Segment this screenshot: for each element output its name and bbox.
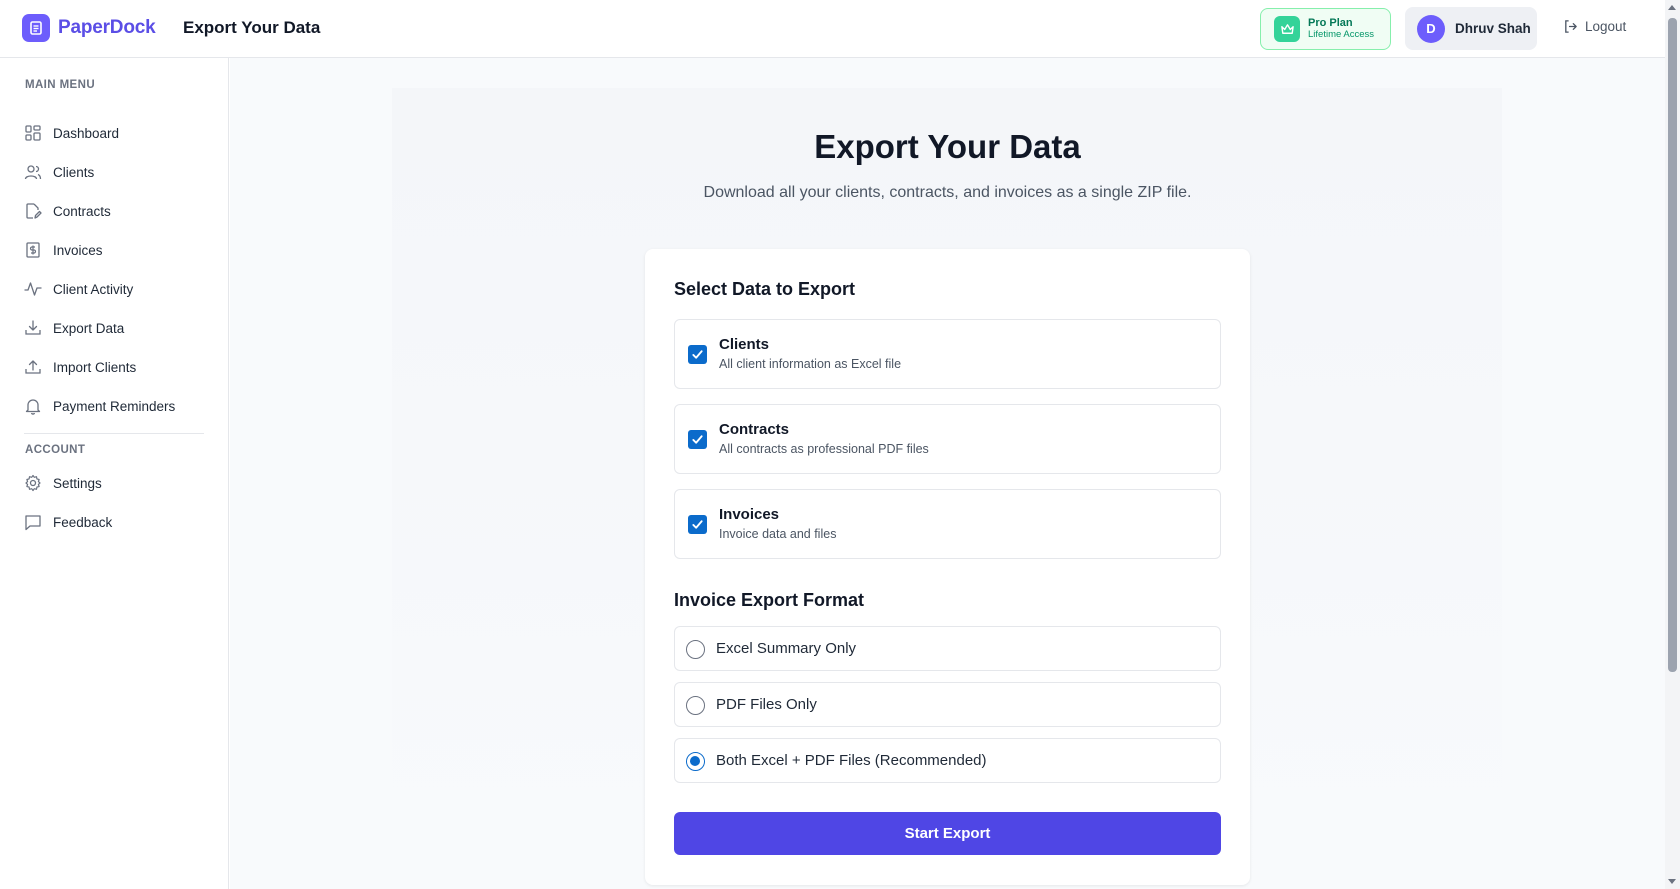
option-description: All client information as Excel file bbox=[719, 357, 902, 371]
sidebar-item-payment-reminders[interactable]: Payment Reminders bbox=[24, 397, 175, 415]
export-option-contracts[interactable]: Contracts All contracts as professional … bbox=[674, 404, 1221, 474]
page-title: Export Your Data bbox=[814, 128, 1081, 165]
option-title: Invoices bbox=[719, 506, 780, 523]
dollar-receipt-icon bbox=[26, 242, 40, 258]
option-description: All contracts as professional PDF files bbox=[719, 442, 929, 456]
sidebar-item-label: Contracts bbox=[53, 203, 111, 219]
option-title: Contracts bbox=[719, 421, 790, 438]
logout-icon bbox=[1565, 20, 1577, 33]
export-option-invoices[interactable]: Invoices Invoice data and files bbox=[674, 489, 1221, 559]
format-option-pdf-only[interactable]: PDF Files Only bbox=[674, 682, 1221, 727]
message-icon bbox=[25, 515, 41, 531]
sidebar-divider bbox=[24, 433, 204, 434]
sidebar-item-label: Dashboard bbox=[53, 125, 120, 141]
sidebar-item-clients[interactable]: Clients bbox=[24, 163, 94, 181]
pro-plan-title: Pro Plan bbox=[1308, 17, 1353, 30]
radio-label: PDF Files Only bbox=[716, 696, 817, 713]
sidebar-item-label: Invoices bbox=[53, 242, 103, 258]
pro-plan-subtitle: Lifetime Access bbox=[1308, 28, 1374, 40]
pro-plan-badge[interactable]: Pro Plan Lifetime Access bbox=[1260, 8, 1391, 50]
format-option-excel-summary[interactable]: Excel Summary Only bbox=[674, 626, 1221, 671]
scroll-up-arrow-icon[interactable] bbox=[1668, 5, 1676, 10]
option-title: Clients bbox=[719, 336, 770, 353]
user-menu[interactable]: D Dhruv Shah bbox=[1405, 7, 1537, 50]
format-option-both[interactable]: Both Excel + PDF Files (Recommended) bbox=[674, 738, 1221, 783]
logout-label: Logout bbox=[1585, 19, 1627, 34]
sidebar-item-label: Settings bbox=[53, 475, 102, 491]
upload-icon bbox=[25, 360, 41, 374]
excel-summary-radio[interactable] bbox=[686, 640, 705, 659]
top-header: PaperDock Export Your Data Pro Plan Life… bbox=[0, 0, 1665, 58]
download-icon bbox=[25, 320, 41, 335]
scroll-down-arrow-icon[interactable] bbox=[1668, 879, 1676, 884]
account-label: ACCOUNT bbox=[25, 444, 86, 456]
sidebar-item-settings[interactable]: Settings bbox=[24, 474, 102, 492]
export-card: Select Data to Export Clients All client… bbox=[645, 249, 1250, 885]
scrollbar-thumb[interactable] bbox=[1668, 18, 1677, 672]
avatar: D bbox=[1417, 14, 1445, 43]
contracts-checkbox[interactable] bbox=[688, 430, 707, 449]
invoices-checkbox[interactable] bbox=[688, 515, 707, 534]
sidebar-item-label: Export Data bbox=[53, 320, 125, 336]
radio-label: Excel Summary Only bbox=[716, 640, 857, 657]
start-export-button[interactable]: Start Export bbox=[674, 812, 1221, 855]
sidebar-item-label: Client Activity bbox=[53, 281, 134, 297]
user-name: Dhruv Shah bbox=[1455, 21, 1531, 36]
checkmark-icon bbox=[692, 435, 703, 444]
bell-icon bbox=[25, 399, 41, 415]
brand[interactable]: PaperDock bbox=[22, 14, 156, 42]
sidebar-item-invoices[interactable]: Invoices bbox=[24, 241, 103, 259]
checkmark-icon bbox=[692, 520, 703, 529]
export-option-clients[interactable]: Clients All client information as Excel … bbox=[674, 319, 1221, 389]
logout-button[interactable]: Logout bbox=[1563, 19, 1626, 34]
select-data-heading: Select Data to Export bbox=[674, 279, 856, 299]
clients-checkbox[interactable] bbox=[688, 345, 707, 364]
users-icon bbox=[24, 165, 42, 180]
invoice-format-heading: Invoice Export Format bbox=[674, 590, 865, 610]
crown-icon bbox=[1274, 16, 1300, 42]
sidebar-item-import-clients[interactable]: Import Clients bbox=[24, 358, 136, 376]
sidebar-item-label: Import Clients bbox=[53, 359, 137, 375]
main-menu-label: MAIN MENU bbox=[25, 79, 96, 91]
sidebar-item-feedback[interactable]: Feedback bbox=[24, 513, 112, 531]
sidebar-item-label: Feedback bbox=[53, 514, 113, 530]
sidebar-item-label: Clients bbox=[53, 164, 95, 180]
page-scrollbar[interactable] bbox=[1665, 0, 1680, 889]
page-subtitle: Download all your clients, contracts, an… bbox=[703, 184, 1192, 201]
sidebar-item-contracts[interactable]: Contracts bbox=[24, 202, 111, 220]
checkmark-icon bbox=[692, 350, 703, 359]
option-description: Invoice data and files bbox=[719, 527, 837, 541]
brand-name: PaperDock bbox=[58, 17, 156, 38]
sidebar-item-label: Payment Reminders bbox=[53, 398, 176, 414]
gear-icon bbox=[25, 474, 41, 492]
sidebar-item-dashboard[interactable]: Dashboard bbox=[24, 124, 119, 142]
pdf-only-radio[interactable] bbox=[686, 696, 705, 715]
sidebar-item-export-data[interactable]: Export Data bbox=[24, 319, 124, 337]
dashboard-icon bbox=[25, 125, 41, 141]
activity-icon bbox=[24, 282, 42, 296]
document-logo-icon bbox=[22, 14, 50, 42]
page-header-title: Export Your Data bbox=[183, 18, 321, 37]
sidebar-item-client-activity[interactable]: Client Activity bbox=[24, 280, 133, 298]
sidebar: MAIN MENU Dashboard Clients Contracts In… bbox=[0, 58, 229, 889]
both-formats-radio[interactable] bbox=[686, 752, 705, 771]
edit-document-icon bbox=[26, 203, 42, 219]
radio-label: Both Excel + PDF Files (Recommended) bbox=[716, 752, 987, 769]
